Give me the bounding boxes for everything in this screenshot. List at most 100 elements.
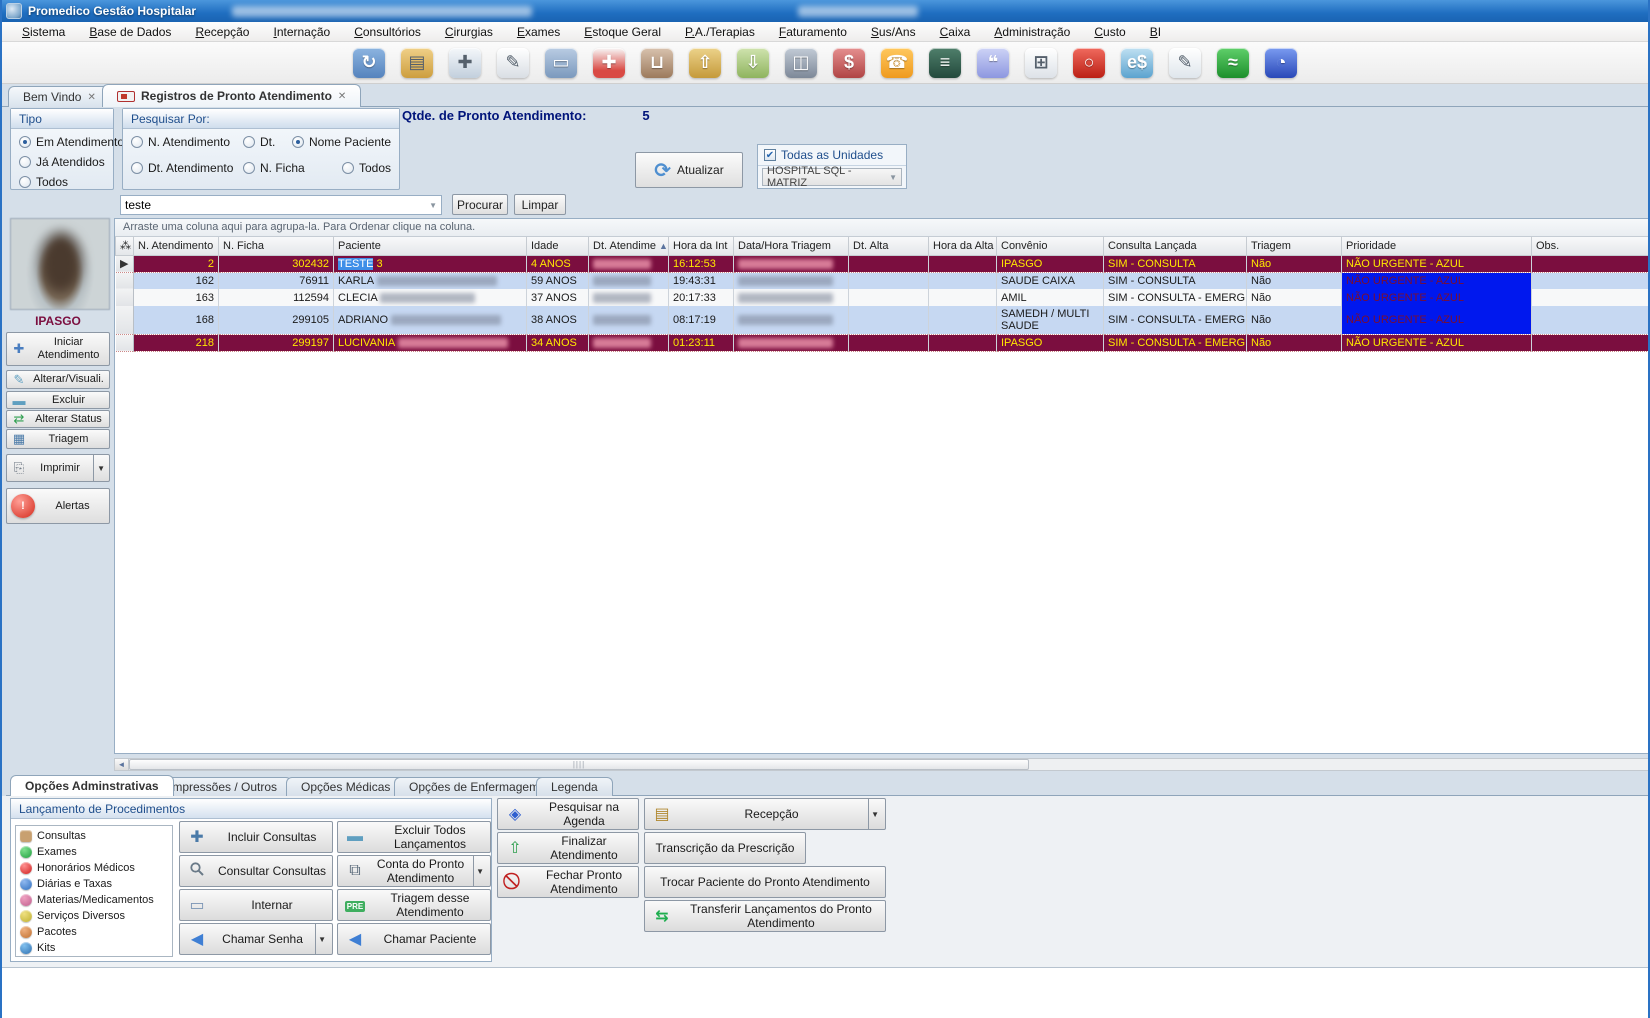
transcricao-prescricao-button[interactable]: Transcrição da Prescrição [644, 832, 806, 864]
revenue-up-icon[interactable]: ⇧ [689, 48, 721, 78]
menu-custo[interactable]: Custo [1082, 23, 1137, 41]
table-row[interactable]: 162 76911 KARLA 59 ANOS 19:43:31 SAUDE C… [116, 272, 1650, 289]
tab-bem-vindo[interactable]: Bem Vindo ✕ [8, 86, 111, 107]
table-row[interactable]: 218 299197 LUCIVANIA 34 ANOS 01:23:11 IP… [116, 334, 1650, 351]
scrollbar-thumb[interactable]: |||| [129, 759, 1029, 770]
col-consulta-lancada[interactable]: Consulta Lançada [1104, 237, 1247, 255]
radio-todos-tipo[interactable]: Todos [19, 175, 105, 189]
col-hora-da-alta[interactable]: Hora da Alta [929, 237, 997, 255]
col-dt-alta[interactable]: Dt. Alta [849, 237, 929, 255]
tab-impressoes-outros[interactable]: Impressões / Outros [154, 777, 292, 796]
iniciar-atendimento-button[interactable]: ✚ Iniciar Atendimento [6, 332, 110, 366]
limpar-button[interactable]: Limpar [514, 194, 566, 215]
excluir-todos-lancamentos-button[interactable]: ▬Excluir Todos Lançamentos [337, 821, 491, 853]
col-prioridade[interactable]: Prioridade [1342, 237, 1532, 255]
grid-horizontal-scrollbar[interactable]: ◄ |||| [114, 758, 1650, 771]
expense-down-icon[interactable]: ⇩ [737, 48, 769, 78]
list-item-materias[interactable]: Materias/Medicamentos [16, 892, 172, 908]
menu-bi[interactable]: BI [1138, 23, 1173, 41]
safe-icon[interactable]: ◫ [785, 48, 817, 78]
alterar-status-button[interactable]: ⇄ Alterar Status [6, 410, 110, 428]
chevron-down-icon[interactable]: ▼ [315, 924, 328, 954]
radio-dt-atendimento[interactable]: Dt. Atendimento [131, 161, 227, 175]
chevron-down-icon[interactable]: ▼ [93, 455, 105, 481]
chevron-down-icon[interactable]: ▼ [868, 799, 881, 829]
e-billing-icon[interactable]: e$ [1121, 48, 1153, 78]
triagem-button[interactable]: ▦ Triagem [6, 429, 110, 449]
search-input[interactable] [121, 198, 425, 212]
pesquisar-na-agenda-button[interactable]: ◈Pesquisar na Agenda [497, 798, 639, 830]
tab-opcoes-enfermagem[interactable]: Opções de Enfermagem [394, 777, 554, 796]
list-item-servicos[interactable]: Serviços Diversos [16, 908, 172, 924]
radio-em-atendimento[interactable]: Em Atendimento [19, 135, 105, 149]
list-item-consultas[interactable]: Consultas [16, 828, 172, 844]
col-data-hora-triagem[interactable]: Data/Hora Triagem [734, 237, 849, 255]
tab-opcoes-medicas[interactable]: Opções Médicas [286, 777, 405, 796]
transferir-lancamentos-button[interactable]: ⇆Transferir Lançamentos do Pronto Atendi… [644, 900, 886, 932]
refresh-users-icon[interactable]: ↻ [353, 48, 385, 78]
prescription-icon[interactable]: ✎ [1169, 48, 1201, 78]
pharmacy-icon[interactable]: ⊔ [641, 48, 673, 78]
table-row[interactable]: 168 299105 ADRIANO 38 ANOS 08:17:19 SAME… [116, 306, 1650, 334]
alterar-visualizar-button[interactable]: ✎ Alterar/Visuali. [6, 370, 110, 389]
patient-records-icon[interactable]: ▤ [401, 48, 433, 78]
doctor-icon[interactable]: ✚ [449, 48, 481, 78]
menu-estoque-geral[interactable]: Estoque Geral [572, 23, 673, 41]
triagem-desse-atendimento-button[interactable]: PRETriagem desse Atendimento [337, 889, 491, 921]
col-hora-da-int[interactable]: Hora da Int [669, 237, 734, 255]
tab-registros-pronto-atendimento[interactable]: Registros de Pronto Atendimento ✕ [102, 84, 361, 107]
menu-consultorios[interactable]: Consultórios [342, 23, 433, 41]
col-n-ficha[interactable]: N. Ficha [219, 237, 334, 255]
finance-calc-icon[interactable]: $ [833, 48, 865, 78]
list-item-exames[interactable]: Exames [16, 844, 172, 860]
col-obs[interactable]: Obs. [1532, 237, 1650, 255]
tab-opcoes-administrativas[interactable]: Opções Adminstrativas [10, 775, 174, 796]
menu-caixa[interactable]: Caixa [928, 23, 983, 41]
menu-sus-ans[interactable]: Sus/Ans [859, 23, 928, 41]
menu-internacao[interactable]: Internação [261, 23, 342, 41]
list-item-diarias[interactable]: Diárias e Taxas [16, 876, 172, 892]
menu-exames[interactable]: Exames [505, 23, 572, 41]
col-dt-atendimento[interactable]: Dt. Atendime ▲ [589, 237, 669, 255]
recepcao-button[interactable]: ▤Recepção ▼ [644, 798, 886, 830]
col-idade[interactable]: Idade [527, 237, 589, 255]
chamar-senha-button[interactable]: ◀Chamar Senha ▼ [179, 923, 333, 955]
internar-button[interactable]: ▭Internar [179, 889, 333, 921]
radio-n-atendimento[interactable]: N. Atendimento [131, 135, 227, 149]
ledger-book-icon[interactable]: ≡ [929, 48, 961, 78]
tab-legenda[interactable]: Legenda [536, 777, 613, 796]
radio-todos-pesquisa[interactable]: Todos [342, 161, 391, 175]
scroll-left-icon[interactable]: ◄ [115, 759, 129, 770]
chevron-down-icon[interactable]: ▼ [425, 201, 441, 210]
chat-icon[interactable]: ❝ [977, 48, 1009, 78]
radio-nome-paciente[interactable]: Nome Paciente [292, 135, 391, 149]
list-item-kits[interactable]: Kits [16, 940, 172, 956]
radio-ja-atendidos[interactable]: Já Atendidos [19, 155, 105, 169]
radio-dt-fim-atendimento[interactable]: Dt. Fim Atendime [243, 135, 276, 149]
menu-recepcao[interactable]: Recepção [183, 23, 261, 41]
radio-n-ficha[interactable]: N. Ficha [243, 161, 326, 175]
col-convenio[interactable]: Convênio [997, 237, 1104, 255]
hospital-bed-icon[interactable]: ▭ [545, 48, 577, 78]
invoice-icon[interactable]: ⊞ [1025, 48, 1057, 78]
group-by-hint[interactable]: Arraste uma coluna aqui para agrupa-la. … [115, 219, 1649, 237]
list-item-pacotes[interactable]: Pacotes [16, 924, 172, 940]
table-row[interactable]: 163 112594 CLECIA 37 ANOS 20:17:33 AMIL … [116, 289, 1650, 306]
unidade-dropdown[interactable]: HOSPITAL SQL - MATRIZ ▼ [762, 168, 902, 186]
col-triagem[interactable]: Triagem [1247, 237, 1342, 255]
ambulance-icon[interactable]: ✚ [593, 48, 625, 78]
phone-directory-icon[interactable]: ☎ [881, 48, 913, 78]
trocar-paciente-button[interactable]: Trocar Paciente do Pronto Atendimento [644, 866, 886, 898]
contract-icon[interactable]: ✎ [497, 48, 529, 78]
alertas-button[interactable]: ! Alertas [6, 488, 110, 524]
incluir-consultas-button[interactable]: ✚Incluir Consultas [179, 821, 333, 853]
chevron-down-icon[interactable]: ▼ [473, 856, 486, 886]
table-row-selected[interactable]: ▶ 2 302432 TESTE 3 4 ANOS 16:12:53 IPASG… [116, 255, 1650, 272]
menu-pa-terapias[interactable]: P.A./Terapias [673, 23, 767, 41]
menu-cirurgias[interactable]: Cirurgias [433, 23, 505, 41]
close-tab-icon[interactable]: ✕ [338, 91, 346, 102]
vitals-monitor-icon[interactable]: ≈ [1217, 48, 1249, 78]
menu-sistema[interactable]: Sistema [10, 23, 77, 41]
atualizar-button[interactable]: ⟳ Atualizar [635, 152, 743, 188]
menu-administracao[interactable]: Administração [982, 23, 1082, 41]
